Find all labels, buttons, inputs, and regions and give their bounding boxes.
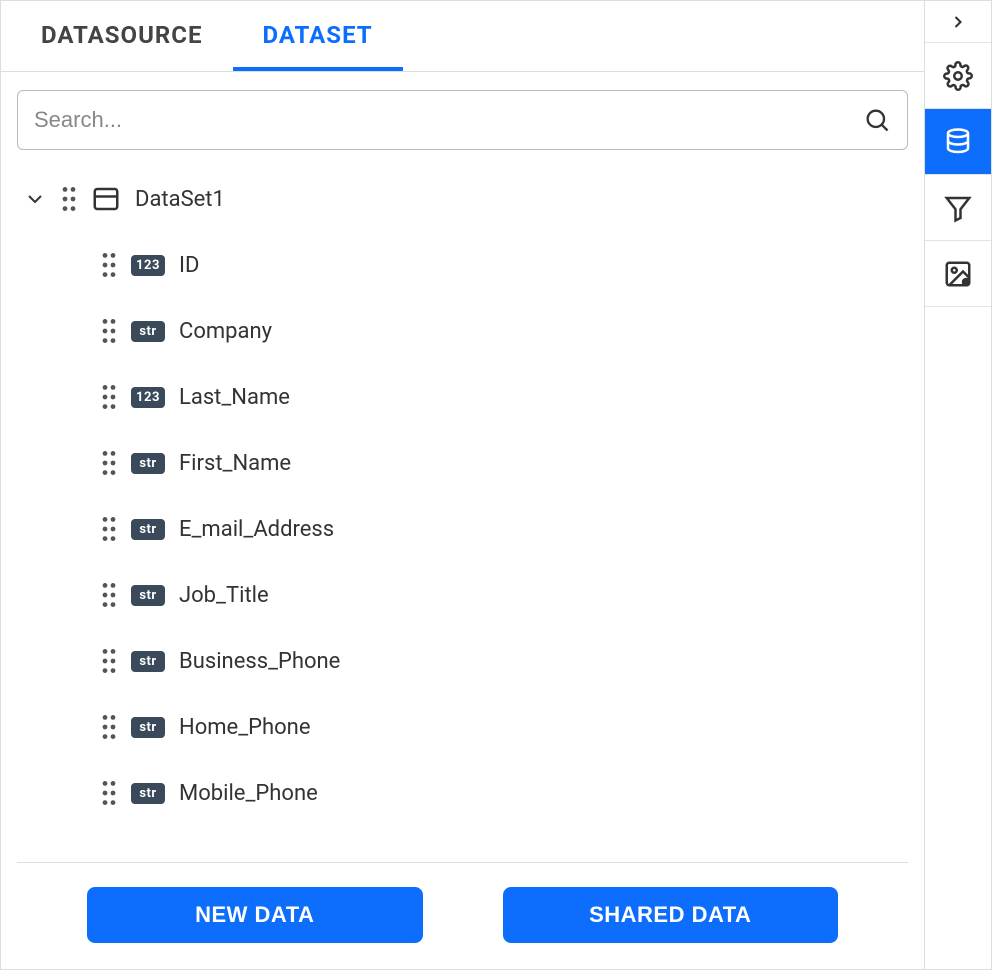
field-name: Home_Phone <box>179 715 310 740</box>
field-name: Business_Phone <box>179 649 340 674</box>
dataset-name: DataSet1 <box>135 187 225 212</box>
field-name: First_Name <box>179 451 291 476</box>
search-icon[interactable] <box>863 106 891 134</box>
field-row[interactable]: str Mobile_Phone <box>101 760 908 826</box>
field-row[interactable]: str Business_Phone <box>101 628 908 694</box>
field-type-badge: 123 <box>131 387 165 408</box>
sidebar-collapse[interactable] <box>925 1 991 43</box>
drag-handle-icon[interactable] <box>101 714 117 740</box>
tab-dataset[interactable]: DATASET <box>233 1 403 71</box>
new-data-button[interactable]: NEW DATA <box>87 887 423 943</box>
field-row[interactable]: str First_Name <box>101 430 908 496</box>
drag-handle-icon[interactable] <box>101 318 117 344</box>
field-type-badge: str <box>131 321 165 342</box>
shared-data-button[interactable]: SHARED DATA <box>503 887 839 943</box>
search-wrap <box>1 72 924 160</box>
right-sidebar <box>925 1 991 969</box>
image-settings-icon <box>943 259 973 289</box>
field-name: ID <box>179 253 199 278</box>
dataset-icon <box>91 184 121 214</box>
field-name: Mobile_Phone <box>179 781 318 806</box>
field-row[interactable]: str Home_Phone <box>101 694 908 760</box>
database-icon <box>943 127 973 157</box>
field-name: Company <box>179 319 272 344</box>
field-row[interactable]: str Job_Title <box>101 562 908 628</box>
tabs: DATASOURCE DATASET <box>1 1 924 72</box>
sidebar-item-filter[interactable] <box>925 175 991 241</box>
sidebar-item-image[interactable] <box>925 241 991 307</box>
search-box <box>17 90 908 150</box>
filter-icon <box>943 193 973 223</box>
dataset-node[interactable]: DataSet1 <box>17 178 908 232</box>
chevron-right-icon <box>948 12 968 32</box>
main-panel: DATASOURCE DATASET DataSet1 <box>1 1 925 969</box>
field-type-badge: str <box>131 651 165 672</box>
drag-handle-icon[interactable] <box>101 384 117 410</box>
tab-datasource[interactable]: DATASOURCE <box>11 1 233 71</box>
field-type-badge: str <box>131 585 165 606</box>
button-row: NEW DATA SHARED DATA <box>1 863 924 969</box>
drag-handle-icon[interactable] <box>101 516 117 542</box>
field-type-badge: str <box>131 519 165 540</box>
field-row[interactable]: 123 Last_Name <box>101 364 908 430</box>
gear-icon <box>943 61 973 91</box>
chevron-down-icon[interactable] <box>23 187 47 211</box>
drag-handle-icon[interactable] <box>101 648 117 674</box>
drag-handle-icon[interactable] <box>101 780 117 806</box>
field-row[interactable]: str Company <box>101 298 908 364</box>
sidebar-item-settings[interactable] <box>925 43 991 109</box>
field-type-badge: 123 <box>131 255 165 276</box>
dataset-tree: DataSet1 123IDstrCompany123Last_NamestrF… <box>1 160 924 852</box>
field-name: Job_Title <box>179 583 269 608</box>
field-type-badge: str <box>131 717 165 738</box>
drag-handle-icon[interactable] <box>101 450 117 476</box>
field-type-badge: str <box>131 783 165 804</box>
sidebar-item-data[interactable] <box>925 109 991 175</box>
field-type-badge: str <box>131 453 165 474</box>
field-name: Last_Name <box>179 385 290 410</box>
field-row[interactable]: 123 ID <box>101 232 908 298</box>
drag-handle-icon[interactable] <box>101 252 117 278</box>
field-row[interactable]: str E_mail_Address <box>101 496 908 562</box>
drag-handle-icon[interactable] <box>61 186 77 212</box>
search-input[interactable] <box>34 107 863 133</box>
field-list: 123IDstrCompany123Last_NamestrFirst_Name… <box>17 232 908 826</box>
drag-handle-icon[interactable] <box>101 582 117 608</box>
field-name: E_mail_Address <box>179 517 334 542</box>
